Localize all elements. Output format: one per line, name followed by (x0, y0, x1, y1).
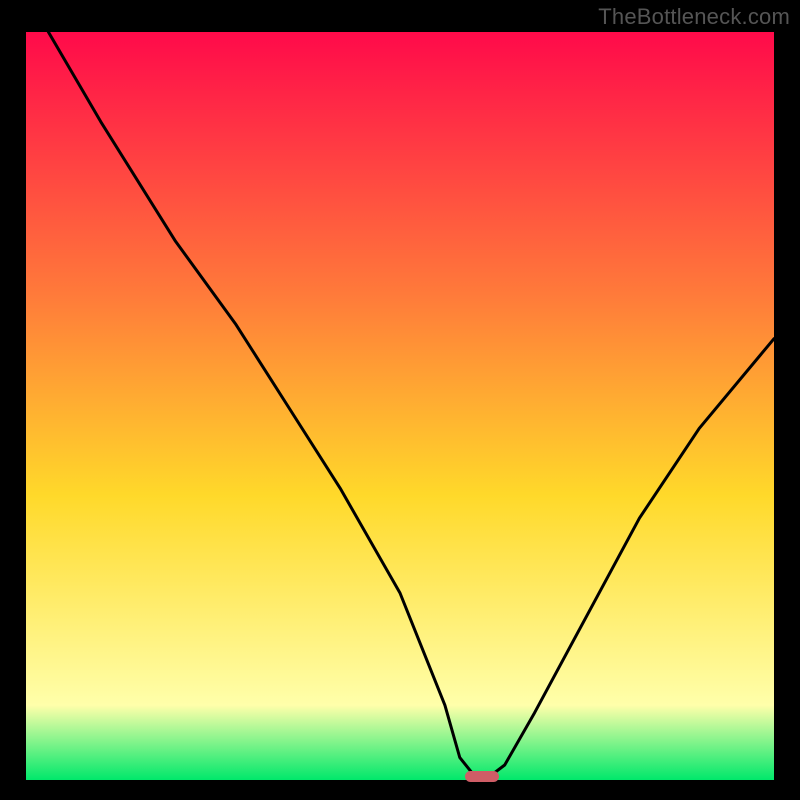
chart-frame: TheBottleneck.com (0, 0, 800, 800)
bottleneck-chart (26, 32, 774, 780)
optimal-marker (465, 771, 499, 782)
watermark-text: TheBottleneck.com (598, 4, 790, 30)
gradient-background (26, 32, 774, 780)
